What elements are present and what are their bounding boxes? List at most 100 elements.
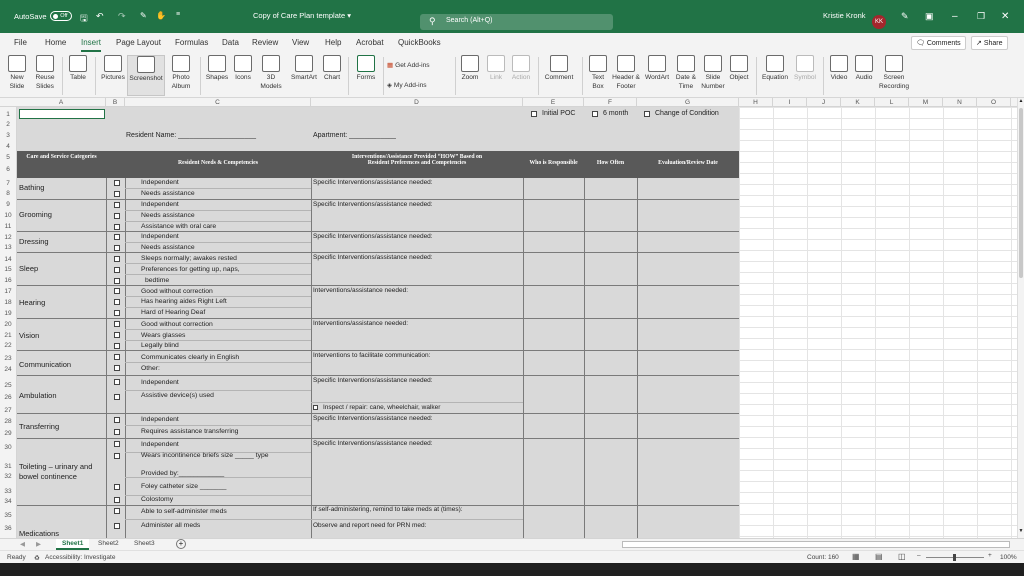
reuse-slides-button[interactable]: Reuse Slides bbox=[32, 55, 58, 91]
checkbox[interactable] bbox=[114, 453, 120, 459]
date-time-button[interactable]: Date & Time bbox=[673, 55, 699, 91]
checkbox[interactable] bbox=[114, 310, 120, 316]
row-header[interactable]: 3 bbox=[0, 132, 16, 139]
inspect-repair-checkbox[interactable] bbox=[313, 405, 318, 410]
minimize-icon[interactable]: – bbox=[952, 11, 958, 22]
row-header[interactable]: 6 bbox=[0, 166, 16, 173]
checkbox[interactable] bbox=[114, 343, 120, 349]
selected-cell-a1[interactable] bbox=[19, 109, 105, 119]
checkbox[interactable] bbox=[114, 299, 120, 305]
row-header[interactable]: 10 bbox=[0, 212, 16, 219]
checkbox[interactable] bbox=[114, 288, 120, 294]
pictures-button[interactable]: Pictures bbox=[99, 55, 127, 82]
checkbox[interactable] bbox=[114, 224, 120, 230]
worksheet-grid[interactable]: Initial POC 6 month Change of Condition … bbox=[17, 107, 1017, 538]
table-button[interactable]: Table bbox=[65, 55, 91, 82]
tab-home[interactable]: Home bbox=[45, 38, 66, 47]
redo-icon[interactable]: ↷ bbox=[118, 11, 126, 22]
column-header-o[interactable]: O bbox=[977, 98, 1011, 107]
row-header[interactable]: 31 bbox=[0, 463, 16, 470]
column-header-e[interactable]: E bbox=[523, 98, 584, 107]
empty-cells[interactable] bbox=[739, 107, 1017, 538]
row-header[interactable]: 13 bbox=[0, 244, 16, 251]
accessibility-status[interactable]: Accessibility: Investigate bbox=[45, 554, 115, 561]
photo-album-button[interactable]: Photo Album bbox=[167, 55, 195, 91]
row-header[interactable]: 4 bbox=[0, 143, 16, 150]
tab-view[interactable]: View bbox=[292, 38, 309, 47]
sheet-tab-2[interactable]: Sheet2 bbox=[92, 539, 125, 550]
screenshot-button[interactable]: Screenshot bbox=[127, 55, 165, 96]
row-header[interactable]: 19 bbox=[0, 310, 16, 317]
customize-toolbar-icon[interactable]: ≡ bbox=[176, 11, 180, 18]
checkbox[interactable] bbox=[114, 321, 120, 327]
row-header[interactable]: 9 bbox=[0, 201, 16, 208]
column-header-c[interactable]: C bbox=[125, 98, 311, 107]
row-header[interactable]: 5 bbox=[0, 154, 16, 161]
link-button[interactable]: Link bbox=[485, 55, 507, 82]
tab-quickbooks[interactable]: QuickBooks bbox=[398, 38, 441, 47]
zoom-slider-thumb[interactable] bbox=[953, 554, 956, 561]
avatar[interactable]: KK bbox=[872, 15, 886, 29]
row-header[interactable]: 1 bbox=[0, 111, 16, 118]
checkbox[interactable] bbox=[114, 379, 120, 385]
checkbox[interactable] bbox=[114, 429, 120, 435]
checkbox[interactable] bbox=[114, 417, 120, 423]
column-header-m[interactable]: M bbox=[909, 98, 943, 107]
row-header[interactable]: 7 bbox=[0, 180, 16, 187]
tab-insert[interactable]: Insert bbox=[81, 38, 102, 52]
row-header[interactable]: 26 bbox=[0, 394, 16, 401]
scroll-down-icon[interactable]: ▼ bbox=[1018, 528, 1024, 536]
tab-page-layout[interactable]: Page Layout bbox=[116, 38, 161, 47]
pen-icon[interactable]: ✎ bbox=[901, 11, 909, 22]
page-layout-view-icon[interactable]: ▤ bbox=[875, 552, 883, 561]
comment-button[interactable]: Comment bbox=[541, 55, 577, 82]
column-header-a[interactable]: A bbox=[17, 98, 106, 107]
checkbox[interactable] bbox=[114, 394, 120, 400]
row-header[interactable]: 36 bbox=[0, 525, 16, 532]
row-header[interactable]: 18 bbox=[0, 299, 16, 306]
add-sheet-icon[interactable]: + bbox=[176, 539, 186, 549]
checkbox[interactable] bbox=[114, 441, 120, 447]
row-header[interactable]: 11 bbox=[0, 223, 16, 230]
column-header-g[interactable]: G bbox=[637, 98, 739, 107]
checkbox[interactable] bbox=[114, 213, 120, 219]
tab-scroll-right-icon[interactable]: ▶ bbox=[36, 540, 41, 548]
checkbox[interactable] bbox=[114, 523, 120, 529]
checkbox[interactable] bbox=[114, 278, 120, 284]
checkbox[interactable] bbox=[114, 497, 120, 503]
column-header-d[interactable]: D bbox=[311, 98, 523, 107]
sheet-tab-3[interactable]: Sheet3 bbox=[128, 539, 161, 550]
document-title[interactable]: Copy of Care Plan template ▾ bbox=[253, 11, 351, 20]
search-input[interactable]: ⚲ Search (Alt+Q) bbox=[420, 14, 613, 30]
format-painter-icon[interactable]: ✎ bbox=[140, 11, 147, 20]
normal-view-icon[interactable]: ▦ bbox=[852, 552, 860, 561]
autosave-toggle[interactable]: Off bbox=[49, 11, 72, 21]
get-addins-button[interactable]: ▦ Get Add-ins bbox=[387, 61, 447, 70]
tab-formulas[interactable]: Formulas bbox=[175, 38, 208, 47]
comments-button[interactable]: 🗨 Comments bbox=[911, 36, 966, 50]
tab-help[interactable]: Help bbox=[325, 38, 341, 47]
forms-button[interactable]: Forms bbox=[353, 55, 379, 82]
checkbox[interactable] bbox=[114, 256, 120, 262]
wordart-button[interactable]: WordArt bbox=[642, 55, 672, 82]
page-break-view-icon[interactable]: ◫ bbox=[898, 552, 906, 561]
tab-review[interactable]: Review bbox=[252, 38, 278, 47]
row-header[interactable]: 27 bbox=[0, 407, 16, 414]
tab-acrobat[interactable]: Acrobat bbox=[356, 38, 384, 47]
checkbox[interactable] bbox=[114, 202, 120, 208]
my-addins-button[interactable]: ◈ My Add-ins bbox=[387, 81, 447, 90]
checkbox[interactable] bbox=[114, 365, 120, 371]
scroll-up-icon[interactable]: ▲ bbox=[1018, 98, 1024, 106]
object-button[interactable]: Object bbox=[727, 55, 751, 82]
column-header-i[interactable]: I bbox=[773, 98, 807, 107]
row-header[interactable]: 34 bbox=[0, 498, 16, 505]
ribbon-display-icon[interactable]: ▣ bbox=[925, 11, 934, 22]
row-header[interactable]: 30 bbox=[0, 444, 16, 451]
row-header[interactable]: 24 bbox=[0, 366, 16, 373]
checkbox[interactable] bbox=[114, 180, 120, 186]
column-header-j[interactable]: J bbox=[807, 98, 841, 107]
checkbox[interactable] bbox=[114, 245, 120, 251]
tab-scroll-left-icon[interactable]: ◀ bbox=[20, 540, 25, 548]
apartment-field[interactable]: Apartment: ____________ bbox=[313, 132, 396, 139]
autosave-control[interactable]: AutoSave Off bbox=[14, 11, 72, 21]
